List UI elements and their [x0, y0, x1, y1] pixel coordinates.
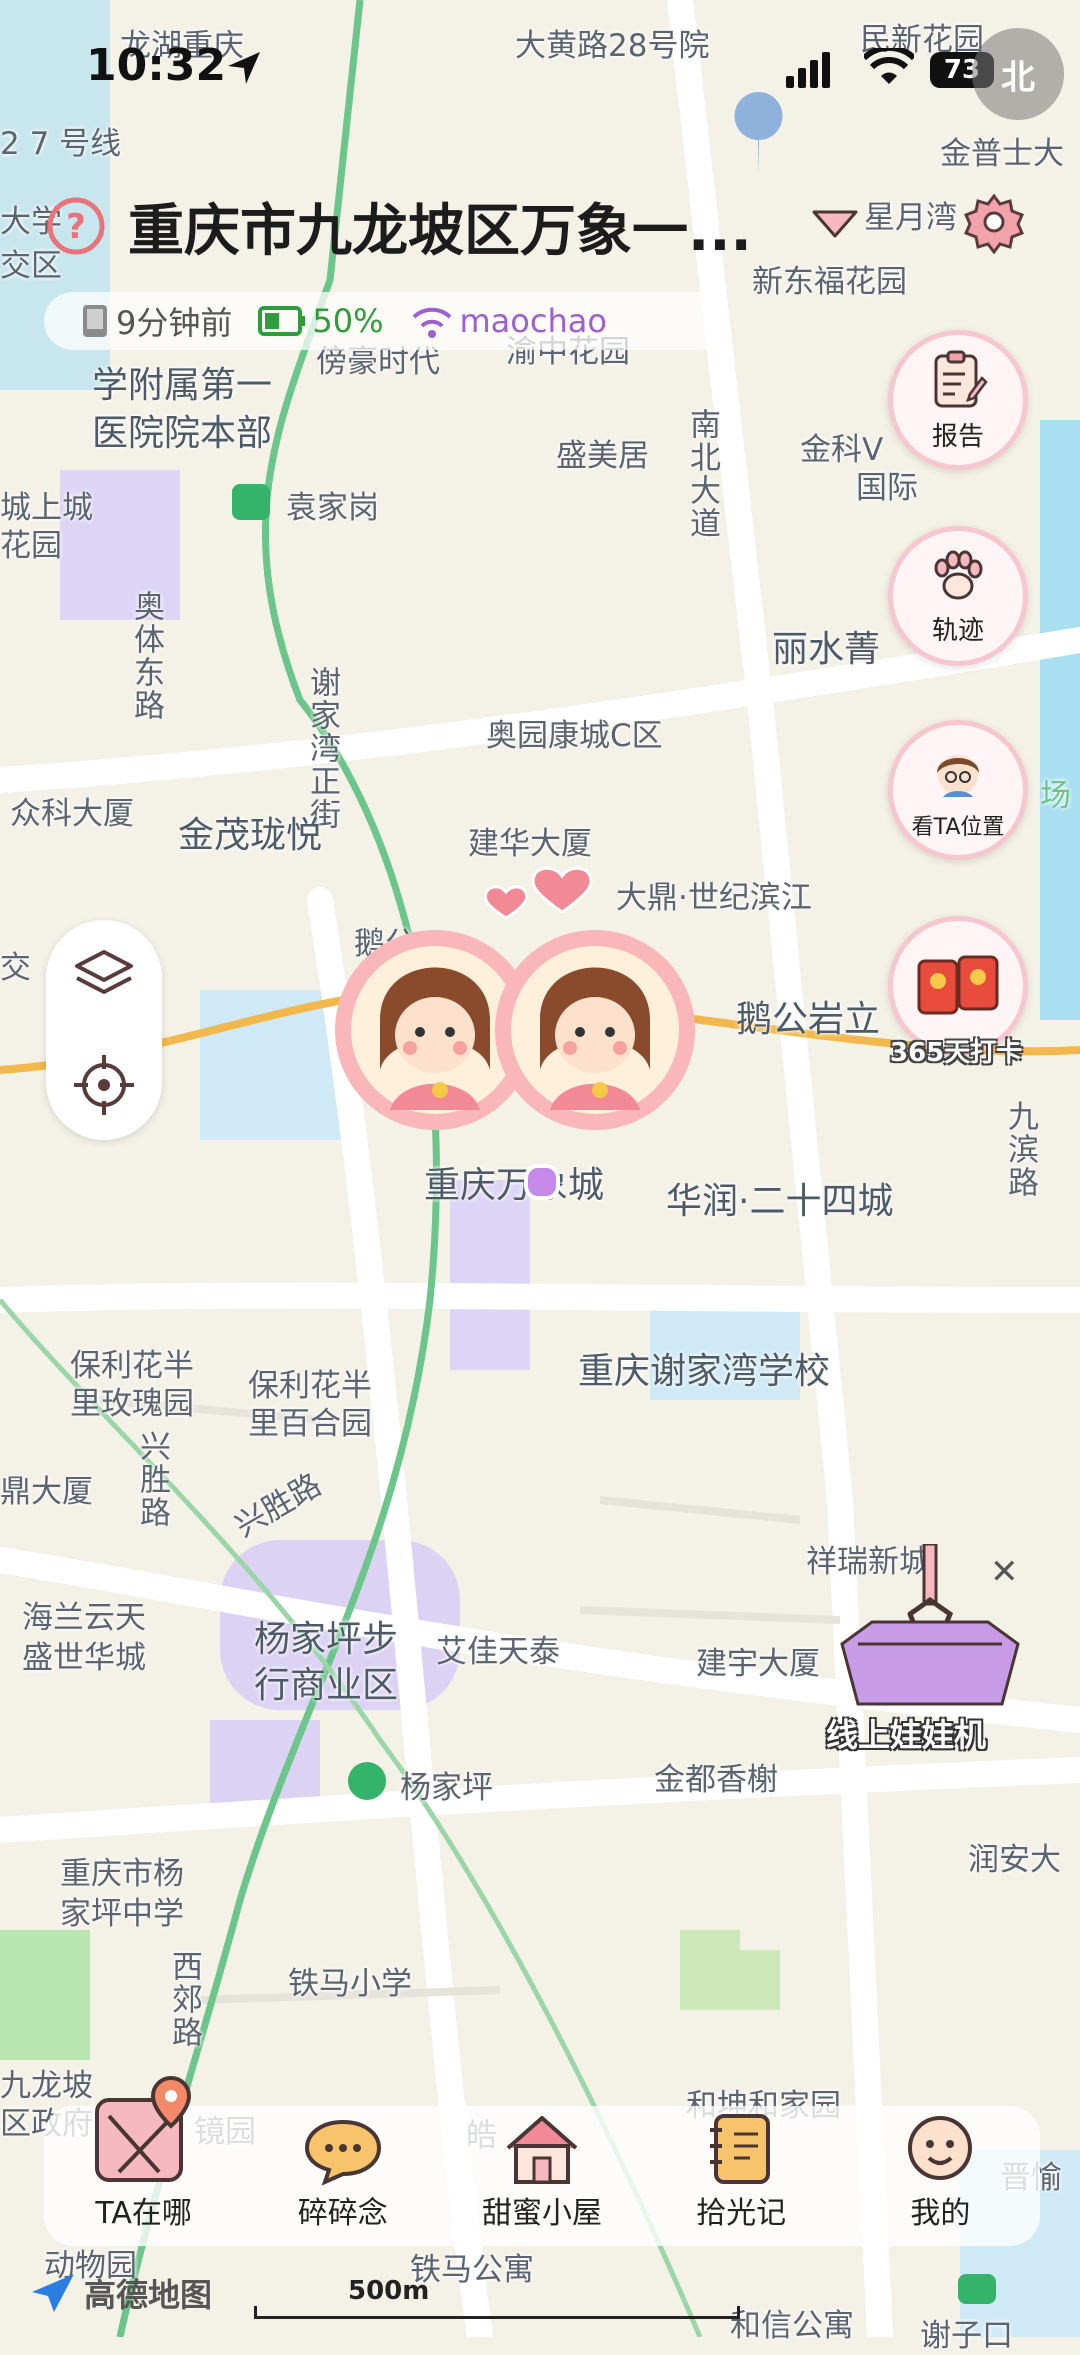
map-label: 学附属第一	[92, 365, 273, 406]
map-label: 盛世华城	[22, 1640, 146, 1676]
map-label: 鹅公岩立	[736, 999, 881, 1040]
map-label: 艾佳天泰	[436, 1634, 560, 1670]
map-label: 行商业区	[254, 1665, 399, 1706]
couple-location-marker[interactable]	[330, 820, 750, 1140]
cellular-signal-icon	[786, 52, 830, 88]
map-label: 奥体东路	[128, 590, 164, 722]
map-label: 国际	[856, 470, 918, 506]
map-label: 2 7 号线	[0, 126, 122, 162]
map-label: 鼎大厦	[0, 1474, 93, 1510]
map-label: 大黄路28号院	[515, 28, 710, 64]
tab-ta-where[interactable]: TA在哪	[54, 2076, 234, 2246]
notebook-icon	[710, 2114, 771, 2184]
scale-bar	[254, 2306, 740, 2319]
battery-level-icon	[258, 306, 306, 336]
tab-time-journal[interactable]: 拾光记	[651, 2112, 831, 2246]
red-envelope-icon	[917, 955, 999, 1015]
tab-chit-chat[interactable]: 碎碎念	[253, 2116, 433, 2246]
paw-icon	[934, 550, 983, 599]
metro-station-icon	[958, 2274, 996, 2304]
map-label: 九滨路	[1002, 1100, 1038, 1199]
settings-gear-icon[interactable]	[962, 190, 1026, 254]
map-label: 建宇大厦	[696, 1646, 820, 1682]
claw-machine-label[interactable]: 线上娃娃机	[826, 1710, 986, 1756]
map-label: 金茂珑悦	[178, 815, 323, 856]
phone-icon	[83, 305, 107, 337]
tab-me[interactable]: 我的	[850, 2112, 1030, 2246]
map-label: 医院院本部	[92, 413, 273, 454]
checkin-365-label: 365天打卡	[890, 1038, 1023, 1068]
map-label: 重庆谢家湾学校	[578, 1351, 831, 1392]
map-pin-icon	[94, 2076, 191, 2182]
map-label: 金普士大	[940, 136, 1064, 172]
map-label: 奥园康城C区	[486, 718, 663, 754]
metro-station-icon	[232, 484, 270, 520]
bottom-tab-bar: TA在哪 碎碎念 甜蜜小屋 拾光记 我的	[44, 2076, 1040, 2246]
svg-text:?: ?	[66, 207, 86, 247]
chat-bubble-icon	[304, 2119, 381, 2186]
map-label: 杨家坪步	[254, 1619, 399, 1660]
scale-label: 500m	[348, 2276, 430, 2306]
amap-logo-icon	[32, 2274, 74, 2312]
partner-battery: 50%	[258, 302, 384, 340]
view-partner-location-button[interactable]: 看TA位置	[888, 720, 1028, 860]
map-label: 重庆市杨	[60, 1856, 184, 1892]
map-label: 众科大厦	[10, 796, 134, 832]
map-label: 海兰云天	[22, 1600, 146, 1636]
current-address[interactable]: 重庆市九龙坡区万象一...	[128, 186, 808, 267]
close-claw-icon[interactable]: ✕	[990, 1552, 1019, 1592]
status-time: 10:32	[86, 40, 227, 91]
wifi-icon	[412, 307, 451, 338]
location-arrow-icon	[228, 52, 260, 84]
partner-wifi: maochao	[410, 302, 607, 340]
map-controls-panel	[46, 920, 162, 1140]
map-label: 重庆万象城	[424, 1165, 605, 1206]
map-label: 金都香榭	[654, 1762, 778, 1798]
last-updated: 9分钟前	[80, 298, 232, 344]
report-button[interactable]: 报告	[888, 330, 1028, 470]
tab-sweet-house[interactable]: 甜蜜小屋	[452, 2112, 632, 2246]
map-label: 兴胜路	[134, 1430, 170, 1529]
house-icon	[506, 2116, 578, 2184]
partner-status-bar: 9分钟前 50% maochao	[44, 292, 730, 350]
map-label: 里百合园	[248, 1406, 372, 1442]
clipboard-icon	[934, 350, 988, 407]
map-label: 交	[0, 950, 31, 986]
dropdown-triangle-icon[interactable]	[810, 206, 860, 240]
map-label: 场	[1040, 778, 1071, 814]
metro-station-icon	[348, 1762, 386, 1800]
map-label: 谢子口	[920, 2318, 1013, 2354]
map-label: 铁马小学	[288, 1966, 412, 2002]
boy-avatar-icon	[937, 755, 979, 797]
compass-button[interactable]: 北	[972, 28, 1064, 120]
map-label: 家坪中学	[60, 1896, 184, 1932]
track-button[interactable]: 轨迹	[888, 526, 1028, 666]
current-position-dot	[524, 1164, 560, 1200]
map-label: 盛美居	[556, 438, 649, 474]
map-label: 润安大	[968, 1842, 1061, 1878]
map-label: 袁家岗	[286, 490, 379, 526]
map-brand: 高德地图	[84, 2276, 213, 2314]
map-label: 南北大道	[684, 408, 720, 540]
smiley-icon	[908, 2116, 973, 2180]
map-label: 花园	[0, 528, 62, 564]
help-icon[interactable]: ?	[46, 196, 106, 256]
map-label: 和信公寓	[730, 2308, 854, 2344]
layers-icon[interactable]	[69, 940, 139, 1010]
map-label: 丽水菁	[772, 629, 881, 670]
map-label: 杨家坪	[400, 1770, 493, 1806]
map-label: 西郊路	[166, 1950, 202, 2049]
map-label: 里玫瑰园	[70, 1386, 194, 1422]
map-label: 华润·二十四城	[666, 1181, 894, 1222]
locate-me-icon[interactable]	[69, 1050, 139, 1120]
wifi-icon	[864, 48, 914, 84]
map-label: 星月湾	[864, 200, 957, 236]
compass-label: 北	[1001, 57, 1035, 98]
